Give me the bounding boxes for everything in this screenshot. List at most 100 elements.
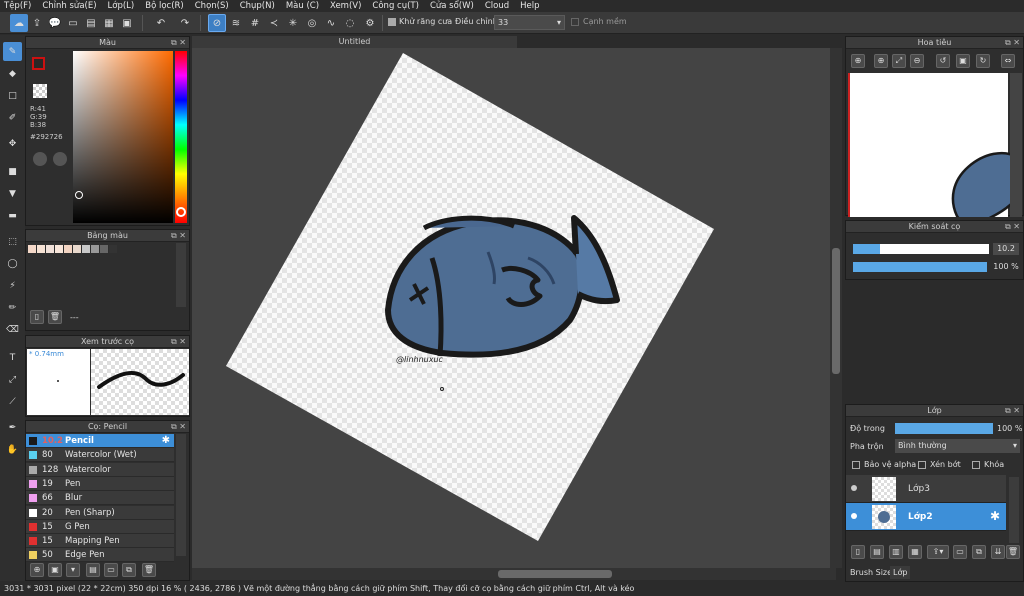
lock-checkbox[interactable] xyxy=(972,461,980,469)
brush-add-icon[interactable]: ⊕ xyxy=(30,563,44,577)
page-icon[interactable]: ▤ xyxy=(82,14,100,32)
brush-item[interactable]: 10.2 Pencil ✱ xyxy=(26,434,174,448)
brush-tool-icon[interactable]: ✎ xyxy=(3,42,22,61)
adjust-select[interactable]: 33 ▾ xyxy=(494,15,565,30)
brush-item[interactable]: 50 Edge Pen xyxy=(26,548,174,563)
magic-wand-icon[interactable]: ⚡ xyxy=(3,276,22,295)
transparent-color[interactable] xyxy=(33,84,47,98)
rotate-left-icon[interactable]: ↺ xyxy=(936,54,950,68)
layer-row-selected[interactable]: Lớp2 ✱ xyxy=(846,503,1006,531)
menu-item[interactable]: Tệp(F) xyxy=(4,1,31,11)
document-tab[interactable]: Untitled xyxy=(192,36,517,48)
gradient-tool-icon[interactable]: ▬ xyxy=(3,206,22,225)
eye-icon[interactable] xyxy=(851,513,857,519)
merge-layer-icon[interactable]: ⇊ xyxy=(991,545,1005,559)
gear-icon[interactable]: ✱ xyxy=(162,434,170,448)
vanishing-snap-icon[interactable]: ≺ xyxy=(265,14,283,32)
clip-checkbox[interactable] xyxy=(918,461,926,469)
menu-item[interactable]: Chọn(S) xyxy=(195,1,229,11)
brush-item[interactable]: 15 G Pen xyxy=(26,519,174,534)
select-rect-icon[interactable]: ⬚ xyxy=(3,232,22,251)
navigator-preview[interactable] xyxy=(848,73,1024,225)
layer-opacity-value[interactable]: 100 % xyxy=(997,424,1022,433)
grid-snap-icon[interactable]: # xyxy=(246,14,264,32)
hue-slider[interactable] xyxy=(175,51,187,223)
eyedropper-icon[interactable]: ✒ xyxy=(3,418,22,437)
brush-size-value[interactable]: 10.2 xyxy=(993,243,1019,255)
menu-item[interactable]: Xem(V) xyxy=(330,1,361,11)
text-tool-icon[interactable]: T xyxy=(3,348,22,367)
select-pen-icon[interactable]: ✏ xyxy=(3,298,22,317)
foreground-color[interactable] xyxy=(32,57,45,70)
comment-icon[interactable]: ▭ xyxy=(64,14,82,32)
curve-snap-icon[interactable]: ∿ xyxy=(322,14,340,32)
brush-size-slider[interactable] xyxy=(853,244,989,254)
antialias-checkbox[interactable] xyxy=(388,18,396,26)
canvas-area[interactable]: @linhnuxuc xyxy=(192,48,836,568)
brush-delete-icon[interactable]: 🗑 xyxy=(142,563,156,577)
bucket-tool-icon[interactable]: ▼ xyxy=(3,184,22,203)
zoom-in-icon-2[interactable]: ⊕ xyxy=(874,54,888,68)
new-halftone-layer-icon[interactable]: ▤ xyxy=(870,545,884,559)
popout-icon[interactable]: ⧉ ✕ xyxy=(1005,405,1020,417)
grid-icon[interactable]: ▣ xyxy=(118,14,136,32)
flip-icon[interactable]: ⇔ xyxy=(1001,54,1015,68)
snap-off-icon[interactable]: ⊘ xyxy=(208,14,226,32)
navigator-scrollbar[interactable] xyxy=(1010,73,1022,217)
eye-icon[interactable] xyxy=(851,485,857,491)
undo-icon[interactable]: ↶ xyxy=(152,14,170,32)
circle-snap-icon[interactable]: ◎ xyxy=(303,14,321,32)
brush-folder-icon[interactable]: ▭ xyxy=(104,563,118,577)
tab-brush-size[interactable]: Brush Size xyxy=(850,568,892,577)
brush-item[interactable]: 15 Mapping Pen xyxy=(26,534,174,549)
brush-scrollbar[interactable] xyxy=(176,434,186,556)
fit-icon[interactable]: ⤢ xyxy=(892,54,906,68)
cloud-icon[interactable]: ☁ xyxy=(10,14,28,32)
folder-icon[interactable]: ▭ xyxy=(953,545,967,559)
zoom-in-icon[interactable]: ⊕ xyxy=(851,54,865,68)
smudge-tool-icon[interactable]: ✐ xyxy=(3,108,22,127)
popout-icon[interactable]: ⧉ ✕ xyxy=(171,37,186,49)
menu-item[interactable]: Chụp(N) xyxy=(240,1,275,11)
duplicate-layer-icon[interactable]: ⧉ xyxy=(972,545,986,559)
layer-row[interactable]: Lớp3 xyxy=(846,475,1006,503)
popout-icon[interactable]: ⧉ ✕ xyxy=(171,336,186,348)
palette-swatches[interactable] xyxy=(28,245,117,253)
delete-palette-icon[interactable]: 🗑 xyxy=(48,310,62,324)
brush-item[interactable]: 80 Watercolor (Wet) xyxy=(26,448,174,463)
layer-opacity-slider[interactable] xyxy=(895,423,993,434)
brush-edit-icon[interactable]: ▣ xyxy=(48,563,62,577)
settings-icon[interactable]: ⚙ xyxy=(361,14,379,32)
parallel-snap-icon[interactable]: ≋ xyxy=(227,14,245,32)
hand-tool-icon[interactable]: ✋ xyxy=(3,440,22,459)
canvas-hscroll[interactable] xyxy=(192,568,836,580)
new-palette-icon[interactable]: ▯ xyxy=(30,310,44,324)
menu-item[interactable]: Help xyxy=(520,1,539,11)
palette-scrollbar[interactable] xyxy=(176,243,186,307)
tab-layer[interactable]: Lớp xyxy=(890,566,911,579)
blend-select[interactable]: Bình thường ▾ xyxy=(895,439,1020,453)
brush-opacity-value[interactable]: 100 % xyxy=(991,261,1021,273)
menu-item[interactable]: Cloud xyxy=(485,1,509,11)
protect-alpha-checkbox[interactable] xyxy=(852,461,860,469)
eraser-tool-icon[interactable]: ◆ xyxy=(3,64,22,83)
palette-icon[interactable] xyxy=(33,152,47,166)
new-layer-icon[interactable]: ▯ xyxy=(851,545,865,559)
popout-icon[interactable]: ⧉ ✕ xyxy=(1005,221,1020,233)
new-8bit-layer-icon[interactable]: ▥ xyxy=(889,545,903,559)
menu-item[interactable]: Cửa sổ(W) xyxy=(430,1,474,11)
brush-item[interactable]: 66 Blur xyxy=(26,491,174,506)
ring-snap-icon[interactable]: ◌ xyxy=(341,14,359,32)
redo-icon[interactable]: ↷ xyxy=(176,14,194,32)
zoom-out-icon[interactable]: ⊖ xyxy=(910,54,924,68)
brush-item[interactable]: 19 Pen xyxy=(26,476,174,491)
radial-snap-icon[interactable]: ✳ xyxy=(284,14,302,32)
brush-page-icon[interactable]: ▤ xyxy=(86,563,100,577)
operation-tool-icon[interactable]: ⤢ xyxy=(3,370,22,389)
canvas-svg[interactable]: @linhnuxuc xyxy=(192,48,836,568)
film-icon[interactable]: ▦ xyxy=(100,14,118,32)
select-eraser-icon[interactable]: ⌫ xyxy=(3,320,22,339)
popout-icon[interactable]: ⧉ ✕ xyxy=(171,230,186,242)
brush-opacity-slider[interactable] xyxy=(853,262,987,272)
gear-icon[interactable]: ✱ xyxy=(990,509,1000,523)
